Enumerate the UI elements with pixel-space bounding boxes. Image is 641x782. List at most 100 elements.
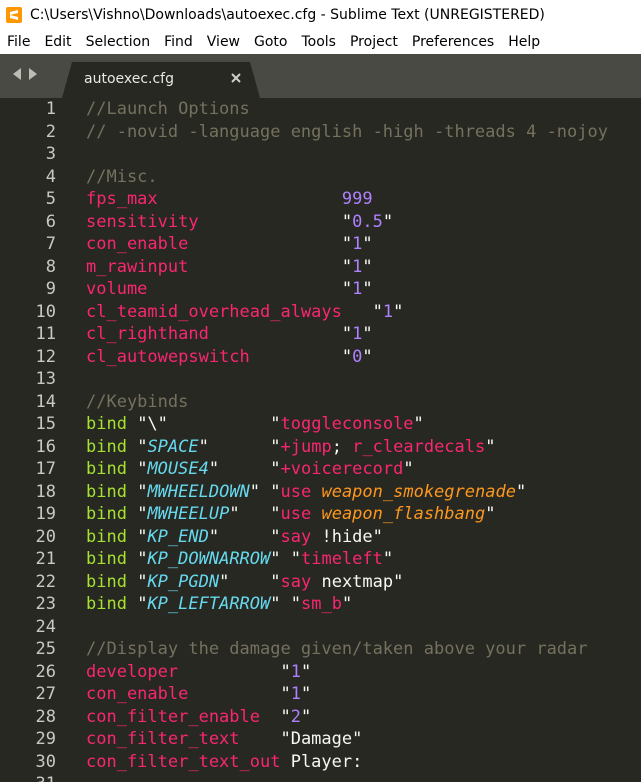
- code-line[interactable]: 17 bind "MOUSE4" "+voicerecord": [0, 458, 641, 481]
- code-text: //Keybinds: [86, 391, 188, 414]
- code-line[interactable]: 11 cl_righthand "1": [0, 323, 641, 346]
- code-line[interactable]: 31: [0, 773, 641, 782]
- code-line[interactable]: 20 bind "KP_END" "say !hide": [0, 526, 641, 549]
- code-token: " ": [270, 549, 301, 569]
- code-line[interactable]: 1 //Launch Options: [0, 98, 641, 121]
- code-token: bind: [86, 504, 127, 524]
- menu-selection[interactable]: Selection: [79, 34, 158, 50]
- code-line[interactable]: 27 con_enable "1": [0, 683, 641, 706]
- menu-tools[interactable]: Tools: [294, 34, 343, 50]
- menu-file[interactable]: File: [0, 34, 37, 50]
- code-text: con_enable "1": [86, 683, 311, 706]
- code-text: // -novid -language english -high -threa…: [86, 121, 608, 144]
- code-line[interactable]: 25 //Display the damage given/taken above…: [0, 638, 641, 661]
- code-token: say: [280, 571, 322, 592]
- code-token: use: [280, 504, 322, 524]
- code-line[interactable]: 3: [0, 143, 641, 166]
- code-line[interactable]: 15 bind "\" "toggleconsole": [0, 413, 641, 436]
- line-number: 11: [35, 324, 56, 344]
- code-line[interactable]: 6 sensitivity "0.5": [0, 211, 641, 234]
- code-token: toggleconsole: [280, 414, 414, 434]
- code-line[interactable]: 23 bind "KP_LEFTARROW" "sm_b": [0, 593, 641, 616]
- line-number: 23: [35, 594, 56, 614]
- line-number: 3: [45, 144, 56, 164]
- code-editor[interactable]: 1 //Launch Options 2 // -novid -language en…: [0, 98, 641, 782]
- code-token: 1: [352, 324, 363, 344]
- code-token: cl_righthand: [86, 324, 209, 344]
- menu-find[interactable]: Find: [157, 34, 200, 50]
- line-number: 15: [35, 414, 56, 434]
- code-token: " ": [229, 504, 281, 524]
- line-number: 19: [35, 504, 56, 524]
- code-text: //Launch Options: [86, 98, 250, 121]
- line-number: 14: [35, 391, 56, 412]
- code-line[interactable]: 14 //Keybinds: [0, 391, 641, 414]
- code-token: KP_END: [147, 526, 209, 547]
- code-text: bind "KP_END" "say !hide": [86, 526, 383, 549]
- code-token: sm_b: [300, 594, 342, 614]
- code-token: developer: [86, 661, 179, 682]
- code-token: 1: [352, 256, 363, 277]
- code-token: nextmap": [321, 571, 404, 592]
- line-number: 1: [45, 99, 56, 119]
- tab-nav-arrows: [12, 68, 38, 80]
- menu-edit[interactable]: Edit: [37, 34, 78, 50]
- code-token: 1: [290, 661, 301, 682]
- code-line[interactable]: 26 developer "1": [0, 661, 641, 684]
- code-token: bind: [86, 594, 127, 614]
- code-line[interactable]: 12 cl_autowepswitch "0": [0, 346, 641, 369]
- menu-view[interactable]: View: [200, 34, 247, 50]
- title-bar: C:\Users\Vishno\Downloads\autoexec.cfg -…: [0, 0, 641, 30]
- menu-goto[interactable]: Goto: [247, 34, 294, 50]
- code-line[interactable]: 5 fps_max 999: [0, 188, 641, 211]
- code-token: weapon_smokegrenade: [321, 481, 516, 502]
- line-number: 17: [35, 459, 56, 479]
- code-token: ": [382, 211, 394, 232]
- code-line[interactable]: 10 cl_teamid_overhead_always "1": [0, 301, 641, 324]
- code-line[interactable]: 22 bind "KP_PGDN" "say nextmap": [0, 571, 641, 594]
- code-line[interactable]: 21 bind "KP_DOWNARROW" "timeleft": [0, 548, 641, 571]
- menu-project[interactable]: Project: [343, 34, 405, 50]
- code-text: bind "MWHEELUP" "use weapon_flashbang": [86, 503, 495, 526]
- line-number: 22: [35, 571, 56, 592]
- code-text: //Display the damage given/taken above y…: [86, 638, 588, 661]
- code-line[interactable]: 28 con_filter_enable "2": [0, 706, 641, 729]
- code-token: KP_LEFTARROW: [147, 594, 271, 614]
- code-token: weapon_flashbang: [321, 504, 486, 524]
- code-line[interactable]: 16 bind "SPACE" "+jump; r_cleardecals": [0, 436, 641, 459]
- code-text: con_filter_text_out Player:: [86, 751, 362, 774]
- code-line[interactable]: 19 bind "MWHEELUP" "use weapon_flashbang": [0, 503, 641, 526]
- code-token: ": [178, 661, 291, 682]
- code-token: 1: [382, 301, 394, 322]
- close-icon[interactable]: [230, 72, 242, 84]
- code-token: // -novid -language english -high -threa…: [86, 121, 608, 142]
- tab-autoexec[interactable]: autoexec.cfg: [62, 62, 260, 98]
- code-line[interactable]: 8 m_rawinput "1": [0, 256, 641, 279]
- code-line[interactable]: 7 con_enable "1": [0, 233, 641, 256]
- sublime-text-icon: [6, 7, 22, 23]
- code-token: MWHEELDOWN: [147, 481, 250, 502]
- menu-help[interactable]: Help: [501, 34, 547, 50]
- chevron-left-icon[interactable]: [12, 68, 22, 80]
- line-number: 20: [35, 526, 56, 547]
- code-token: +voicerecord: [280, 459, 404, 479]
- code-line[interactable]: 13: [0, 368, 641, 391]
- code-line[interactable]: 24: [0, 616, 641, 639]
- code-line[interactable]: 9 volume "1": [0, 278, 641, 301]
- code-token: MOUSE4: [147, 459, 209, 479]
- code-text: cl_righthand "1": [86, 323, 373, 346]
- code-token: !hide": [321, 526, 383, 547]
- code-token: ": [198, 211, 353, 232]
- code-line[interactable]: 4 //Misc.: [0, 166, 641, 189]
- line-number: 16: [35, 436, 56, 457]
- code-line[interactable]: 30 con_filter_text_out Player:: [0, 751, 641, 774]
- code-line[interactable]: 29 con_filter_text "Damage": [0, 728, 641, 751]
- code-token: ": [362, 234, 373, 254]
- code-line[interactable]: 18 bind "MWHEELDOWN" "use weapon_smokegre…: [0, 481, 641, 504]
- code-token: r_cleardecals: [352, 436, 486, 457]
- menu-preferences[interactable]: Preferences: [405, 34, 501, 50]
- code-line[interactable]: 2 // -novid -language english -high -thre…: [0, 121, 641, 144]
- chevron-right-icon[interactable]: [28, 68, 38, 80]
- tab-label: autoexec.cfg: [84, 71, 175, 87]
